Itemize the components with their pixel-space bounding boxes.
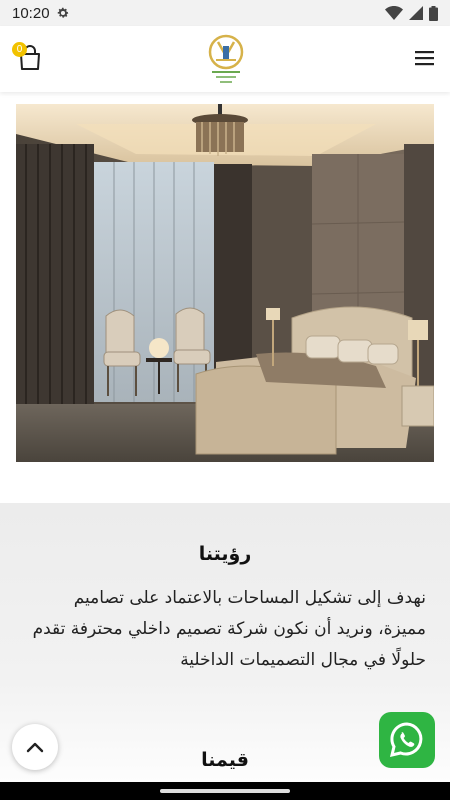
wifi-icon <box>385 6 403 20</box>
hamburger-menu-icon <box>415 51 434 66</box>
logo-emblem <box>208 34 244 83</box>
gear-icon <box>57 7 68 18</box>
cart-count-badge: 0 <box>12 42 27 57</box>
vision-text: نهدف إلى تشكيل المساحات بالاعتماد على تص… <box>32 588 426 670</box>
vision-title: رؤيتنا <box>198 543 252 565</box>
signal-icon <box>409 6 423 20</box>
chevron-up-icon <box>26 742 44 753</box>
battery-icon <box>429 5 438 21</box>
whatsapp-icon <box>389 722 423 758</box>
status-icons <box>385 5 438 21</box>
status-time: 10:20 <box>12 4 50 22</box>
home-gesture-pill[interactable] <box>160 789 290 793</box>
hamburger-menu-button[interactable] <box>414 48 436 68</box>
system-navigation-bar <box>0 782 450 800</box>
bedroom-illustration <box>16 104 434 462</box>
hero-bedroom-image <box>16 104 434 462</box>
cart-button[interactable]: 0 <box>10 40 46 76</box>
status-bar: 10:20 <box>0 0 450 26</box>
site-logo[interactable] <box>198 32 254 88</box>
site-header: 0 <box>0 26 450 92</box>
scroll-to-top-button[interactable] <box>12 724 58 770</box>
whatsapp-button[interactable] <box>379 712 435 768</box>
